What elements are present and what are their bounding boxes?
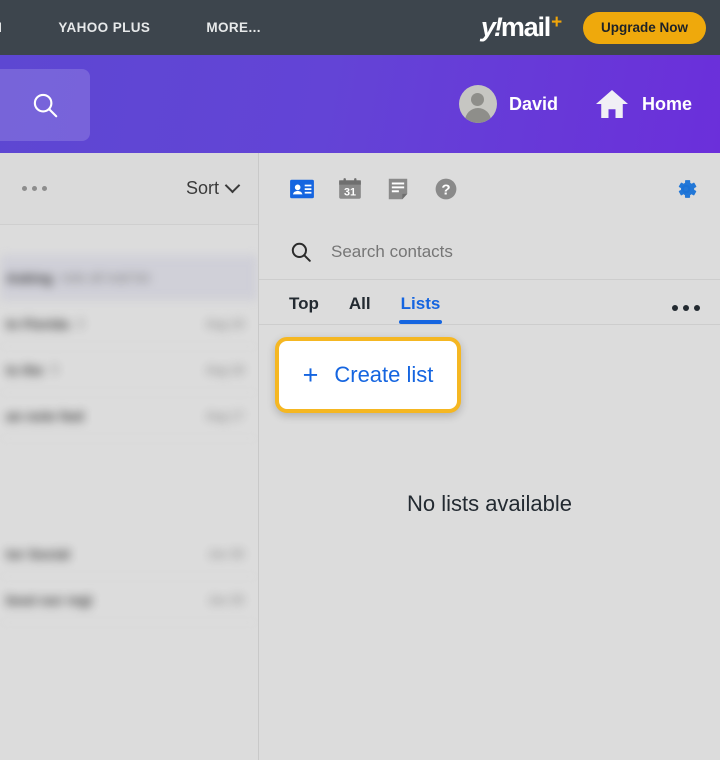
list-item-spacer xyxy=(0,485,258,531)
avatar-body xyxy=(464,108,491,123)
create-list-label: Create list xyxy=(334,362,434,387)
list-item[interactable]: In Florida 2 Aug 19 xyxy=(0,301,258,347)
list-item[interactable]: bout our regi Jun 25 xyxy=(0,577,258,623)
home-button[interactable]: Home xyxy=(594,88,692,120)
more-horizontal-icon[interactable] xyxy=(22,186,47,191)
message-list-sidebar: Sort Asking note all mail list In Florid… xyxy=(0,153,259,760)
list-item-spacer xyxy=(0,439,258,485)
message-subject: note all mail list xyxy=(60,270,150,285)
avatar-head xyxy=(471,93,485,106)
top-navigation-bar: CH YAHOO PLUS MORE... y!mail+ Upgrade No… xyxy=(0,0,720,55)
contacts-card-icon[interactable] xyxy=(289,176,315,202)
header-search-button[interactable] xyxy=(0,69,90,141)
contacts-panel: 31 ? Search contacts Top All Lists + Cre… xyxy=(259,153,720,760)
yahoo-mail-logo[interactable]: y! mail + xyxy=(480,12,562,42)
home-label: Home xyxy=(641,93,692,114)
sort-dropdown[interactable]: Sort xyxy=(185,177,241,199)
sort-label: Sort xyxy=(185,178,219,198)
purple-header-bar: David Home xyxy=(0,55,720,153)
yahoo-mail-contacts-screen: CH YAHOO PLUS MORE... y!mail+ Upgrade No… xyxy=(0,0,720,760)
logo-mail-text: mail xyxy=(500,12,551,42)
message-sender: ts the xyxy=(6,361,44,378)
message-date: Jun 25 xyxy=(207,592,244,607)
topnav-yahoo-plus[interactable]: YAHOO PLUS xyxy=(58,20,150,35)
message-sender: an note fwd xyxy=(6,407,84,424)
tab-top[interactable]: Top xyxy=(289,294,319,324)
dot xyxy=(683,305,689,311)
message-sender: Asking xyxy=(6,269,53,286)
calendar-icon[interactable]: 31 xyxy=(337,176,363,202)
notepad-icon[interactable] xyxy=(385,176,411,202)
gear-icon[interactable] xyxy=(672,175,700,203)
list-item[interactable]: an note fwd Aug 17 xyxy=(0,393,258,439)
search-contacts-input[interactable]: Search contacts xyxy=(259,225,720,280)
contacts-toolbar-icons: 31 ? xyxy=(289,176,459,202)
message-sender: In Florida xyxy=(6,315,69,332)
create-list-button[interactable]: + Create list xyxy=(275,337,461,413)
message-subject: 5 xyxy=(51,362,59,377)
list-item[interactable]: tor Social Jun 30 xyxy=(0,531,258,577)
message-sender: bout our regi xyxy=(6,591,93,608)
search-icon xyxy=(33,93,58,118)
user-account-button[interactable]: David xyxy=(458,85,558,123)
avatar xyxy=(458,85,497,123)
contacts-tabs-list: Top All Lists xyxy=(289,294,443,324)
purple-bar-right-group: David Home xyxy=(458,55,692,153)
tab-lists[interactable]: Lists xyxy=(398,294,443,324)
upgrade-now-button[interactable]: Upgrade Now xyxy=(582,11,706,44)
dot xyxy=(32,186,37,191)
topnav-more[interactable]: MORE... xyxy=(206,20,261,35)
message-date: Aug 18 xyxy=(205,362,244,377)
top-nav-links: CH YAHOO PLUS MORE... xyxy=(0,0,317,55)
contacts-toolbar: 31 ? xyxy=(259,153,720,225)
logo-plus-icon: + xyxy=(551,12,562,33)
topnav-search[interactable]: CH xyxy=(0,20,2,35)
message-date: Aug 19 xyxy=(205,316,244,331)
create-list-highlight: + Create list xyxy=(275,337,461,413)
lists-content-area: + Create list No lists available xyxy=(259,325,720,759)
dot xyxy=(42,186,47,191)
message-date: Jun 30 xyxy=(207,546,244,561)
contacts-tabs: Top All Lists xyxy=(259,280,720,325)
svg-text:?: ? xyxy=(441,181,450,198)
svg-text:31: 31 xyxy=(344,187,356,199)
dot xyxy=(694,305,700,311)
sidebar-toolbar: Sort xyxy=(0,153,258,225)
home-icon xyxy=(595,90,628,118)
main-body: Sort Asking note all mail list In Florid… xyxy=(0,153,720,760)
message-date: Aug 17 xyxy=(205,408,244,423)
tab-all[interactable]: All xyxy=(349,294,371,324)
dot xyxy=(672,305,678,311)
help-icon[interactable]: ? xyxy=(433,176,459,202)
message-list[interactable]: Asking note all mail list In Florida 2 A… xyxy=(0,225,258,623)
search-contacts-placeholder: Search contacts xyxy=(331,242,453,261)
user-name-label: David xyxy=(508,93,558,114)
dot xyxy=(22,186,27,191)
topbar-right-group: y! mail + Upgrade Now xyxy=(481,0,706,55)
message-subject: 2 xyxy=(77,316,85,331)
chevron-down-icon xyxy=(224,177,241,194)
more-horizontal-icon[interactable] xyxy=(672,305,700,324)
message-sender: tor Social xyxy=(6,545,70,562)
search-icon xyxy=(291,242,311,262)
logo-y-text: y! xyxy=(480,12,503,42)
empty-state-message: No lists available xyxy=(406,491,573,516)
plus-icon: + xyxy=(302,359,319,390)
list-item[interactable]: ts the 5 Aug 18 xyxy=(0,347,258,393)
list-item[interactable]: Asking note all mail list xyxy=(0,255,258,301)
